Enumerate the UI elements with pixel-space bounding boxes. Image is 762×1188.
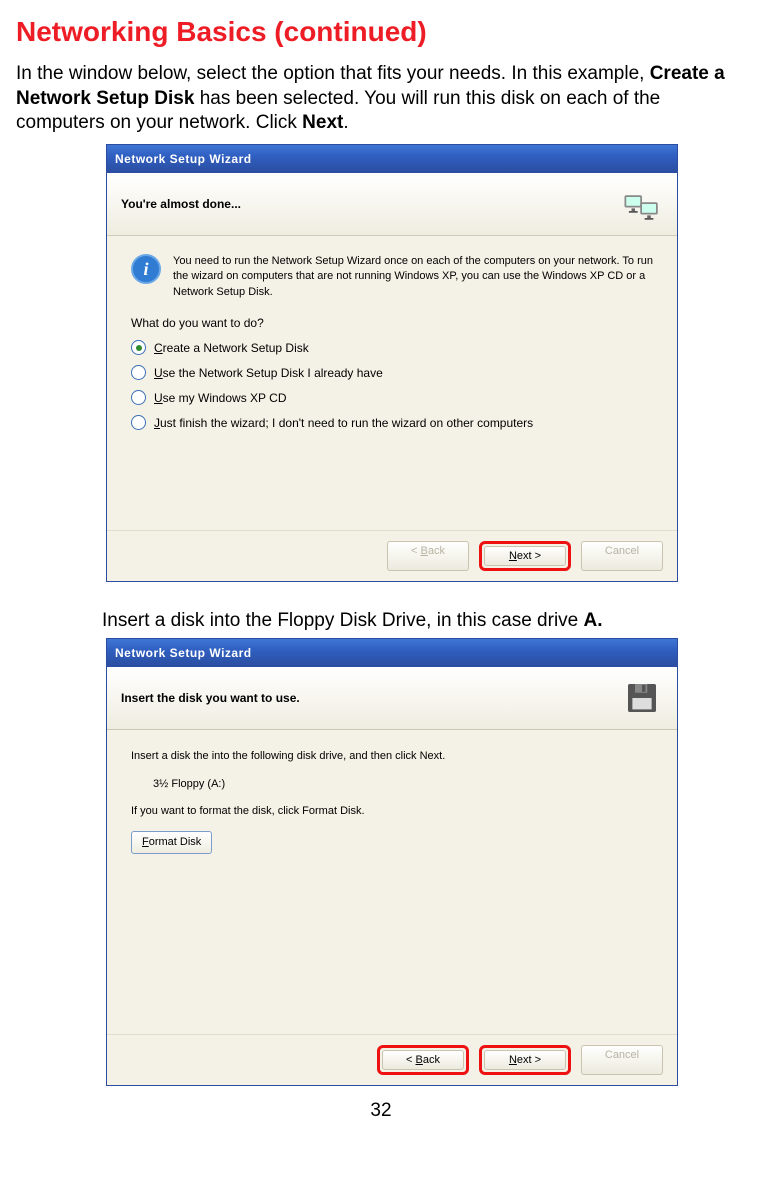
wizard-body: Insert a disk the into the following dis… [107, 730, 677, 1034]
radio-option-use-existing-disk[interactable]: Use the Network Setup Disk I already hav… [131, 365, 653, 380]
format-disk-button[interactable]: Format Disk [131, 831, 212, 855]
radio-option-use-xp-cd[interactable]: Use my Windows XP CD [131, 390, 653, 405]
back-button-highlight: < Back [377, 1045, 469, 1075]
intro-paragraph: In the window below, select the option t… [16, 62, 746, 136]
cancel-button[interactable]: Cancel [581, 1045, 663, 1075]
wizard-window-1: Network Setup Wizard You're almost done.… [106, 144, 678, 582]
next-button-highlight: Next > [479, 541, 571, 571]
computers-icon [621, 183, 663, 225]
floppy-icon [621, 677, 663, 719]
wizard-header: You're almost done... [107, 173, 677, 236]
radio-label: Use the Network Setup Disk I already hav… [154, 366, 383, 380]
caption-2: Insert a disk into the Floppy Disk Drive… [102, 610, 746, 632]
wizard-header: Insert the disk you want to use. [107, 667, 677, 730]
info-icon: i [131, 254, 161, 284]
format-instruction: If you want to format the disk, click Fo… [131, 803, 653, 821]
radio-indicator [131, 340, 146, 355]
radio-prompt: What do you want to do? [131, 316, 653, 330]
radio-indicator [131, 390, 146, 405]
intro-text-tail: . [343, 112, 348, 133]
radio-option-just-finish[interactable]: Just finish the wizard; I don't need to … [131, 415, 653, 430]
back-button[interactable]: < Back [387, 541, 469, 571]
insert-instruction: Insert a disk the into the following dis… [131, 748, 653, 766]
radio-indicator [131, 365, 146, 380]
radio-label: Just finish the wizard; I don't need to … [154, 416, 533, 430]
wizard-header-title: Insert the disk you want to use. [121, 691, 300, 705]
wizard-header-title: You're almost done... [121, 197, 241, 211]
info-text: You need to run the Network Setup Wizard… [173, 254, 653, 300]
back-button[interactable]: < Back [382, 1050, 464, 1070]
wizard-body: i You need to run the Network Setup Wiza… [107, 236, 677, 530]
page-number: 32 [16, 1100, 746, 1122]
page-title: Networking Basics (continued) [16, 16, 746, 48]
titlebar: Network Setup Wizard [107, 145, 677, 173]
intro-text-pre: In the window below, select the option t… [16, 63, 650, 84]
next-button-highlight: Next > [479, 1045, 571, 1075]
radio-option-create-disk[interactable]: Create a Network Setup Disk [131, 340, 653, 355]
radio-label: Create a Network Setup Disk [154, 341, 309, 355]
drive-label: 3½ Floppy (A:) [153, 776, 653, 794]
radio-label: Use my Windows XP CD [154, 391, 286, 405]
radio-group: Create a Network Setup Disk Use the Netw… [131, 340, 653, 430]
titlebar: Network Setup Wizard [107, 639, 677, 667]
next-button[interactable]: Next > [484, 546, 566, 566]
wizard-button-row: < Back Next > Cancel [107, 530, 677, 581]
intro-text-bold2: Next [302, 112, 343, 133]
wizard-window-2: Network Setup Wizard Insert the disk you… [106, 638, 678, 1086]
wizard-button-row: < Back Next > Cancel [107, 1034, 677, 1085]
radio-indicator [131, 415, 146, 430]
cancel-button[interactable]: Cancel [581, 541, 663, 571]
next-button[interactable]: Next > [484, 1050, 566, 1070]
